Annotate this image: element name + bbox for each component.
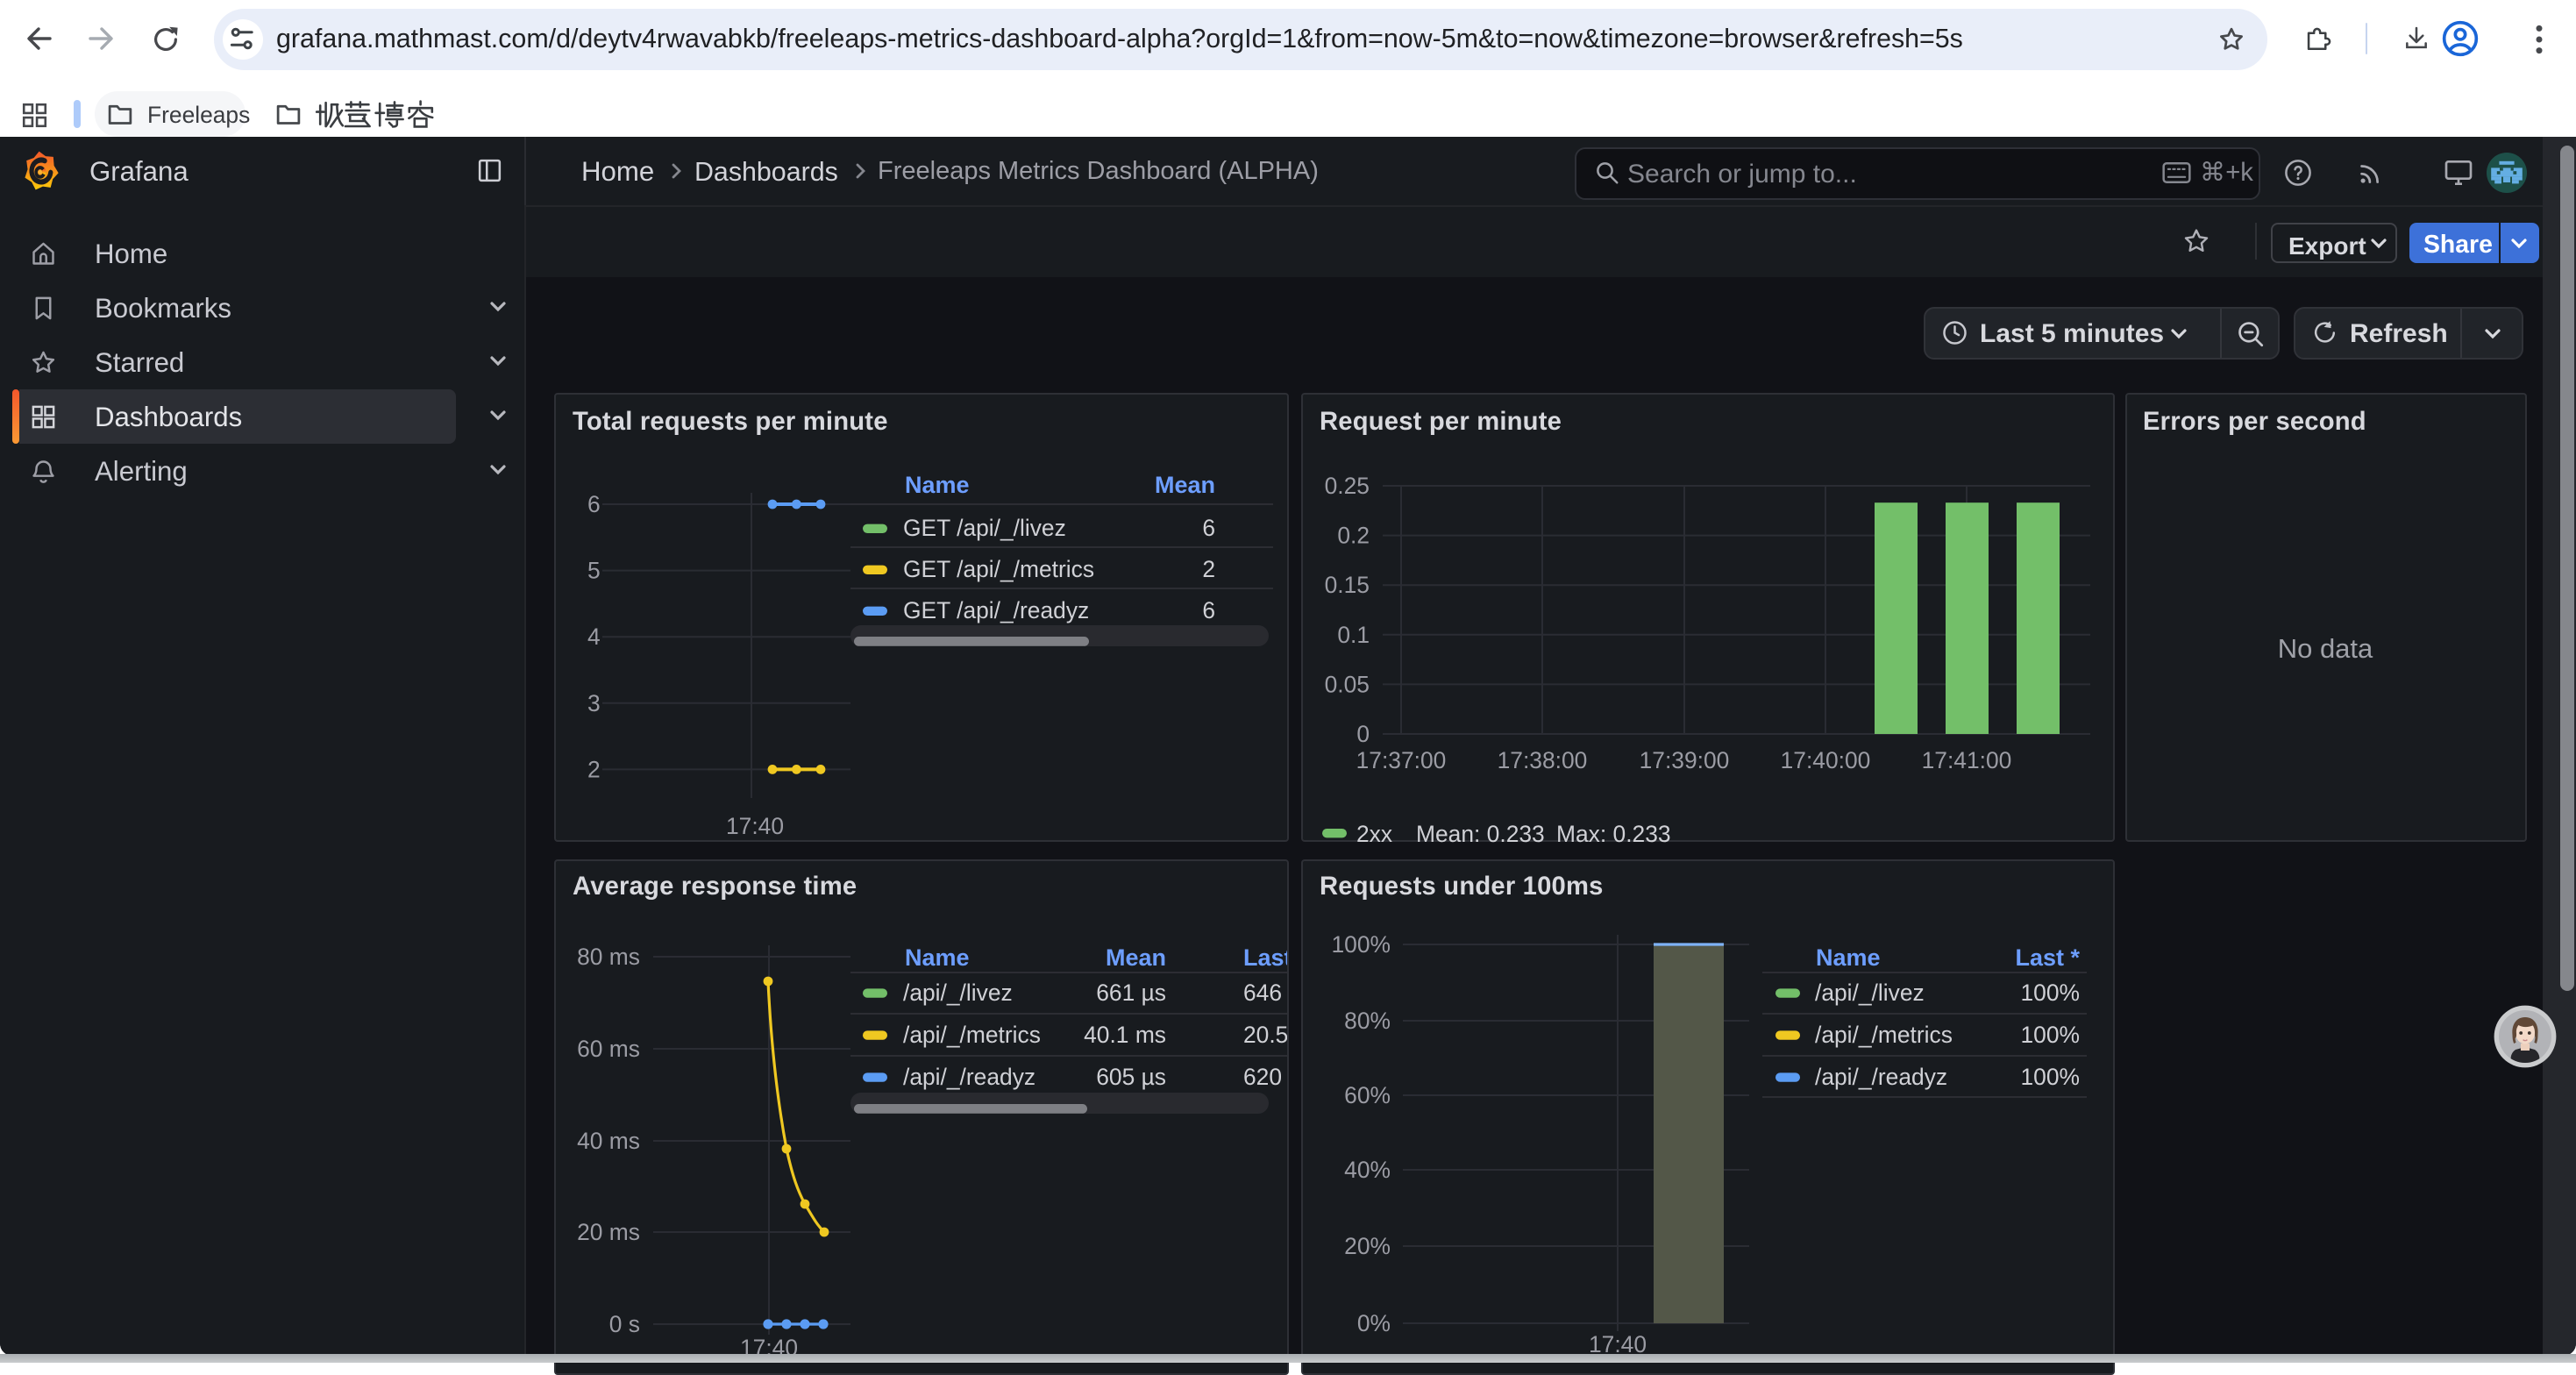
- svg-text:80 ms: 80 ms: [577, 944, 640, 970]
- svg-text:/api/_/readyz: /api/_/readyz: [903, 1064, 1035, 1090]
- svg-text:0.2: 0.2: [1336, 523, 1369, 549]
- svg-text:60%: 60%: [1343, 1082, 1390, 1108]
- svg-text:Last *: Last *: [2014, 944, 2079, 971]
- svg-text:0%: 0%: [1356, 1310, 1390, 1336]
- svg-text:Name: Name: [905, 472, 970, 498]
- svg-text:20%: 20%: [1343, 1233, 1390, 1259]
- svg-text:2: 2: [587, 756, 601, 782]
- svg-text:646: 646: [1243, 980, 1282, 1006]
- svg-text:Mean: Mean: [1155, 472, 1215, 498]
- svg-text:605 µs: 605 µs: [1096, 1064, 1166, 1090]
- svg-text:/api/_/metrics: /api/_/metrics: [903, 1022, 1041, 1048]
- svg-text:6: 6: [1202, 597, 1215, 623]
- svg-text:0.05: 0.05: [1324, 671, 1369, 697]
- svg-text:60 ms: 60 ms: [577, 1036, 640, 1062]
- svg-text:Name: Name: [1815, 944, 1880, 971]
- svg-text:0 s: 0 s: [609, 1311, 640, 1337]
- svg-text:17:40: 17:40: [726, 813, 784, 839]
- svg-text:2xx: 2xx: [1356, 821, 1391, 847]
- svg-text:GET /api/_/metrics: GET /api/_/metrics: [903, 556, 1094, 582]
- svg-text:Mean: Mean: [1106, 944, 1166, 971]
- svg-text:Last *: Last *: [1243, 944, 1289, 971]
- svg-text:80%: 80%: [1343, 1008, 1390, 1034]
- svg-text:17:39:00: 17:39:00: [1639, 747, 1729, 773]
- svg-text:0: 0: [1356, 721, 1369, 747]
- svg-text:/api/_/metrics: /api/_/metrics: [1814, 1022, 1952, 1048]
- svg-text:40.1 ms: 40.1 ms: [1084, 1022, 1166, 1048]
- svg-text:100%: 100%: [2020, 1064, 2080, 1090]
- svg-text:620: 620: [1243, 1064, 1282, 1090]
- svg-text:40%: 40%: [1343, 1157, 1390, 1183]
- svg-text:4: 4: [587, 623, 601, 650]
- svg-text:0.15: 0.15: [1324, 572, 1369, 598]
- svg-text:100%: 100%: [2020, 1022, 2080, 1048]
- svg-text:Max: 0.233: Max: 0.233: [1555, 821, 1670, 847]
- svg-text:Name: Name: [905, 944, 970, 971]
- svg-text:17:41:00: 17:41:00: [1921, 747, 2011, 773]
- svg-text:0.1: 0.1: [1336, 622, 1369, 648]
- svg-text:40 ms: 40 ms: [577, 1128, 640, 1154]
- svg-text:100%: 100%: [2020, 980, 2080, 1006]
- svg-text:20 ms: 20 ms: [577, 1219, 640, 1245]
- svg-text:17:40:00: 17:40:00: [1780, 747, 1870, 773]
- svg-text:GET /api/_/livez: GET /api/_/livez: [903, 515, 1066, 541]
- svg-text:Mean: 0.233: Mean: 0.233: [1415, 821, 1544, 847]
- svg-text:5: 5: [587, 558, 601, 584]
- svg-text:661 µs: 661 µs: [1096, 980, 1166, 1006]
- svg-text:2: 2: [1202, 556, 1215, 582]
- svg-text:6: 6: [1202, 515, 1215, 541]
- svg-text:3: 3: [587, 690, 601, 716]
- svg-text:/api/_/livez: /api/_/livez: [1814, 980, 1924, 1006]
- svg-text:6: 6: [587, 491, 601, 517]
- svg-text:17:37:00: 17:37:00: [1356, 747, 1446, 773]
- svg-text:100%: 100%: [1331, 931, 1391, 958]
- svg-text:17:38:00: 17:38:00: [1497, 747, 1587, 773]
- svg-text:/api/_/readyz: /api/_/readyz: [1814, 1064, 1946, 1090]
- svg-text:20.5 m: 20.5 m: [1243, 1022, 1289, 1048]
- svg-text:/api/_/livez: /api/_/livez: [903, 980, 1013, 1006]
- svg-text:GET /api/_/readyz: GET /api/_/readyz: [903, 597, 1089, 623]
- svg-text:0.25: 0.25: [1324, 473, 1369, 499]
